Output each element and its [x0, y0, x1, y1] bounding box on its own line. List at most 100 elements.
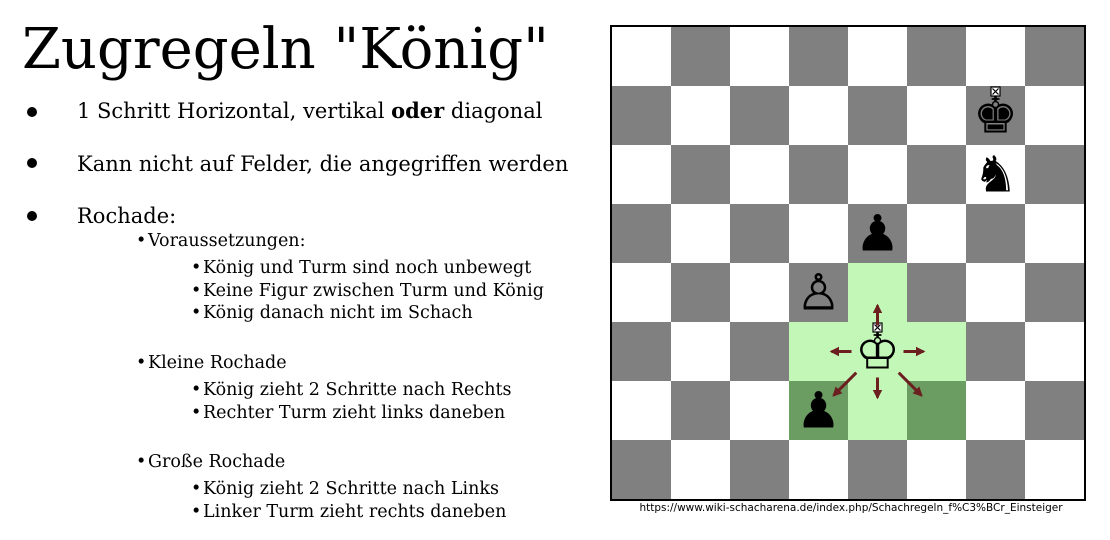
board-square	[612, 27, 671, 86]
board-square	[612, 322, 671, 381]
board-square	[730, 381, 789, 440]
board-square	[730, 86, 789, 145]
bullet-rochade: Rochade:	[77, 204, 177, 228]
sub-bullet-marker: •	[191, 502, 202, 522]
bullet-text: 1 Schritt Horizontal, vertikal	[77, 99, 392, 123]
board-square	[671, 86, 730, 145]
board-square	[789, 145, 848, 204]
board-square	[1025, 86, 1084, 145]
sub-bullet-marker: •	[191, 479, 202, 499]
bullet-king-movement: 1 Schritt Horizontal, vertikal oder diag…	[77, 97, 542, 125]
list-item-text: König danach nicht im Schach	[203, 303, 473, 323]
board-square	[671, 27, 730, 86]
board-square	[671, 440, 730, 499]
board-square	[1025, 263, 1084, 322]
board-square	[671, 381, 730, 440]
sub-bullet-label: Kleine Rochade	[148, 353, 287, 373]
list-item: •König zieht 2 Schritte nach Rechts	[191, 379, 511, 402]
sub-bullet-marker: •	[191, 380, 202, 400]
black-pawn-icon: ♟	[796, 382, 841, 440]
board-square	[789, 440, 848, 499]
board-square	[1025, 440, 1084, 499]
board-square	[612, 204, 671, 263]
bullet-marker	[27, 158, 37, 168]
bullet-no-attacked-squares: Kann nicht auf Felder, die angegriffen w…	[77, 152, 569, 176]
bullet-marker	[27, 107, 37, 117]
sub-bullet-marker: •	[136, 452, 147, 472]
bullet-bold-word: oder	[391, 98, 445, 123]
board-square	[730, 263, 789, 322]
sub-bullet-marker: •	[191, 303, 202, 323]
white-pawn-icon: ♙	[796, 264, 841, 322]
board-square	[789, 27, 848, 86]
board-square	[966, 263, 1025, 322]
chess-board-frame: ♚ ♞ ♟ ♙ ♔ ♟	[610, 25, 1086, 501]
board-square	[671, 145, 730, 204]
sub-bullet-kleine-rochade: •Kleine Rochade	[136, 352, 287, 375]
board-square	[966, 381, 1025, 440]
board-square	[1025, 204, 1084, 263]
list-item: •König zieht 2 Schritte nach Links	[191, 478, 499, 501]
board-square	[1025, 322, 1084, 381]
sub-bullet-marker: •	[191, 403, 202, 423]
sub-bullet-marker: •	[136, 231, 147, 251]
sub-bullet-marker: •	[191, 281, 202, 301]
board-square	[1025, 27, 1084, 86]
board-square	[671, 204, 730, 263]
chess-board: ♚♞♟♙♔♟	[612, 27, 1084, 499]
board-square	[730, 27, 789, 86]
list-item-text: König und Turm sind noch unbewegt	[203, 258, 532, 278]
sub-bullet-marker: •	[136, 353, 147, 373]
list-item: •Keine Figur zwischen Turm und König	[191, 280, 544, 303]
board-square	[730, 204, 789, 263]
list-item: •König danach nicht im Schach	[191, 302, 473, 325]
board-square	[789, 204, 848, 263]
board-square	[612, 86, 671, 145]
board-square	[789, 86, 848, 145]
source-url: https://www.wiki-schacharena.de/index.ph…	[639, 502, 1063, 514]
bullet-text: diagonal	[444, 99, 543, 123]
list-item: •Linker Turm zieht rechts daneben	[191, 501, 506, 524]
board-square	[848, 86, 907, 145]
board-square	[966, 27, 1025, 86]
board-square	[907, 440, 966, 499]
board-square	[612, 263, 671, 322]
board-square	[907, 86, 966, 145]
board-square	[730, 145, 789, 204]
board-square	[1025, 145, 1084, 204]
black-knight-icon: ♞	[973, 146, 1018, 204]
king-cross-marker-icon	[990, 86, 1001, 97]
list-item-text: König zieht 2 Schritte nach Rechts	[203, 380, 512, 400]
board-square	[966, 204, 1025, 263]
slide-title: Zugregeln "König"	[22, 17, 549, 82]
board-square	[966, 440, 1025, 499]
list-item: •König und Turm sind noch unbewegt	[191, 257, 531, 280]
bullet-marker	[27, 211, 37, 221]
board-square	[848, 145, 907, 204]
board-square	[848, 440, 907, 499]
black-pawn-icon: ♟	[855, 205, 900, 263]
board-square	[1025, 381, 1084, 440]
sub-bullet-label: Voraussetzungen:	[148, 231, 306, 251]
board-square	[848, 27, 907, 86]
board-square	[671, 322, 730, 381]
board-square	[612, 145, 671, 204]
board-square	[730, 322, 789, 381]
sub-bullet-grosse-rochade: •Große Rochade	[136, 451, 285, 474]
list-item-text: Keine Figur zwischen Turm und König	[203, 281, 544, 301]
list-item-text: Linker Turm zieht rechts daneben	[203, 502, 507, 522]
board-square	[907, 204, 966, 263]
board-square	[671, 263, 730, 322]
sub-bullet-voraussetzungen: •Voraussetzungen:	[136, 230, 305, 253]
list-item: •Rechter Turm zieht links daneben	[191, 402, 505, 425]
list-item-text: Rechter Turm zieht links daneben	[203, 403, 506, 423]
board-square	[907, 263, 966, 322]
board-square	[612, 440, 671, 499]
board-square	[730, 440, 789, 499]
sub-bullet-marker: •	[191, 258, 202, 278]
board-square	[907, 27, 966, 86]
board-square	[907, 145, 966, 204]
sub-bullet-label: Große Rochade	[148, 452, 286, 472]
list-item-text: König zieht 2 Schritte nach Links	[203, 479, 499, 499]
board-square	[966, 322, 1025, 381]
